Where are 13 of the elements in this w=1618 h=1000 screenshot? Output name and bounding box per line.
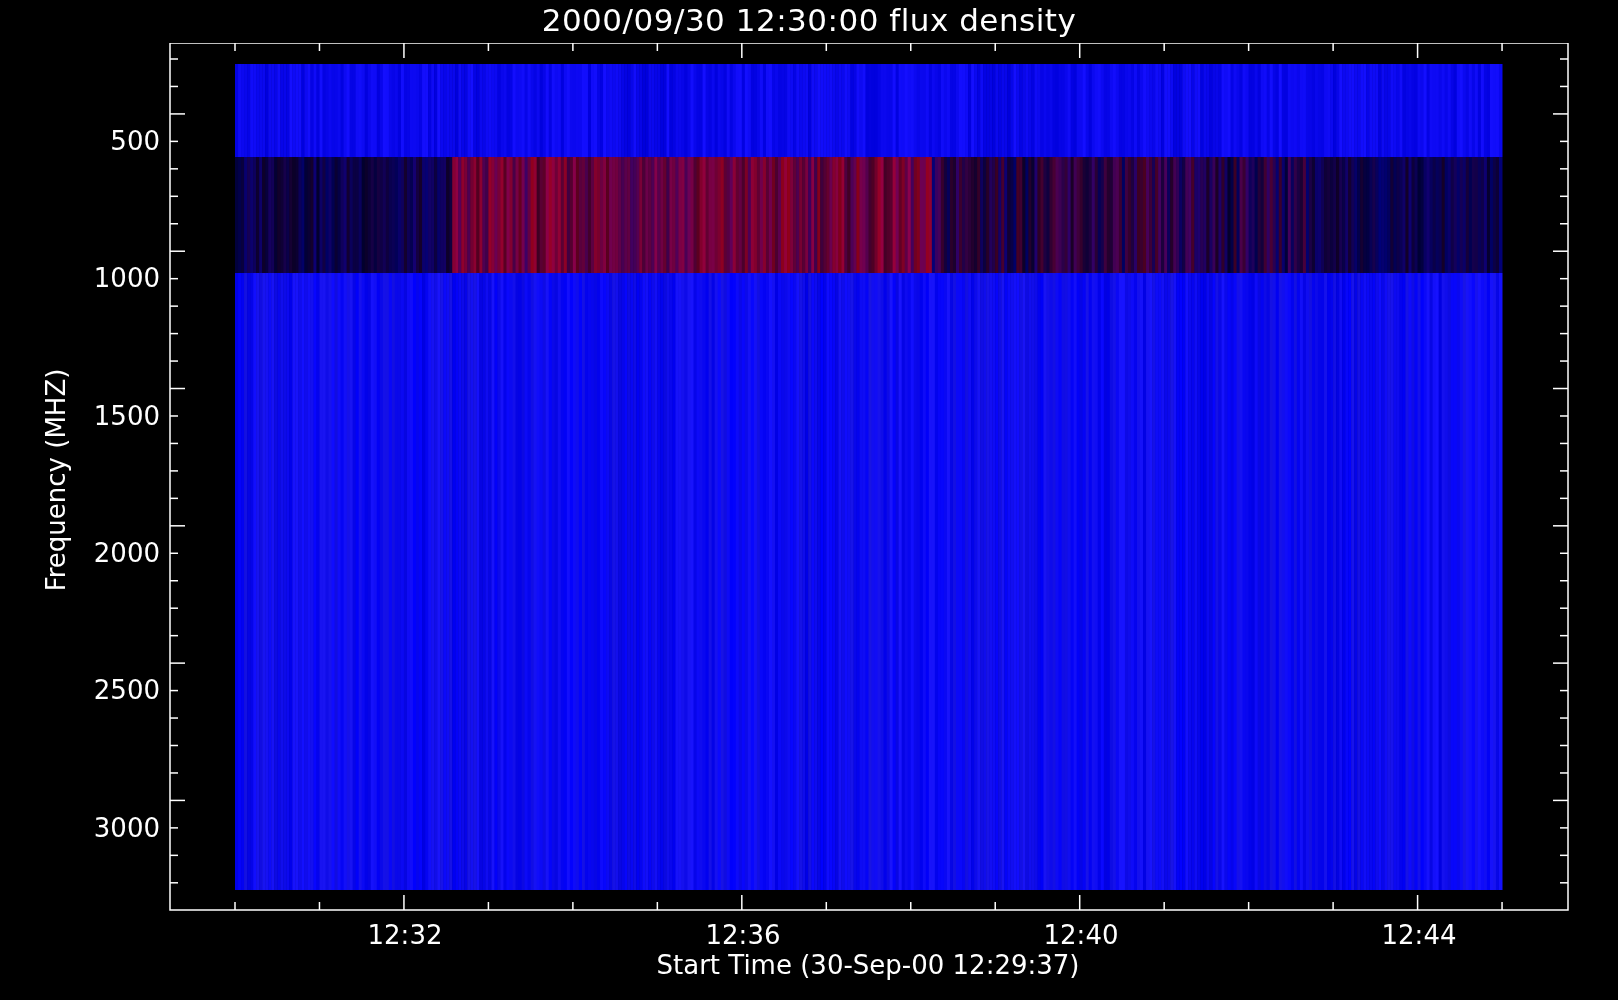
y-tick-label: 2500	[93, 675, 160, 706]
y-axis-title: Frequency (MHZ)	[41, 368, 71, 592]
x-tick-label: 12:32	[367, 920, 443, 950]
x-axis-title: Start Time (30-Sep-00 12:29:37)	[656, 950, 1080, 980]
y-tick-label: 1000	[93, 263, 160, 294]
chart-title: 2000/09/30 12:30:00 flux density	[541, 1, 1077, 40]
y-tick-label: 2000	[93, 537, 160, 568]
y-tick-label: 1500	[93, 400, 160, 431]
y-tick-label: 3000	[93, 812, 160, 843]
x-tick-label: 12:36	[705, 920, 781, 950]
y-tick-label: 500	[110, 126, 160, 156]
x-tick-label: 12:44	[1381, 920, 1457, 950]
x-tick-label: 12:40	[1043, 920, 1119, 950]
